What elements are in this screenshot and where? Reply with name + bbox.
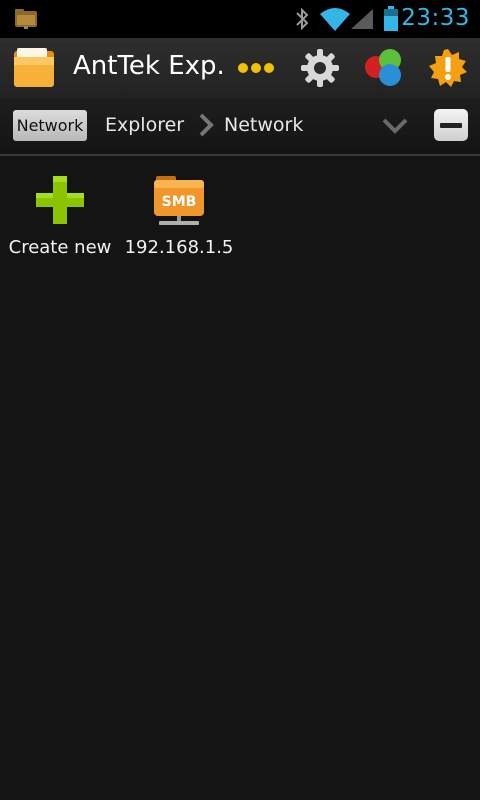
breadcrumb: Network Explorer Network bbox=[0, 98, 480, 156]
folder-notification-icon bbox=[15, 9, 37, 29]
status-time: 23:33 bbox=[401, 5, 470, 31]
battery-icon bbox=[384, 6, 398, 31]
more-button[interactable] bbox=[232, 38, 280, 98]
file-grid: Create new SMB 192.168.1.5 bbox=[0, 158, 480, 800]
smb-share-icon: SMB bbox=[154, 176, 204, 225]
grid-item-label: 192.168.1.5 bbox=[124, 237, 234, 258]
collapse-button[interactable] bbox=[434, 109, 468, 141]
alert-icon bbox=[429, 49, 467, 87]
app-title: AntTek Exp. bbox=[73, 51, 225, 81]
more-dots-icon bbox=[238, 63, 274, 73]
network-chip[interactable]: Network bbox=[13, 110, 87, 141]
minus-icon bbox=[440, 122, 462, 128]
wifi-icon bbox=[320, 8, 350, 31]
grid-item-create-new[interactable]: Create new bbox=[5, 172, 115, 260]
chevron-right-icon bbox=[199, 113, 214, 137]
colors-icon bbox=[365, 49, 401, 86]
breadcrumb-item-explorer[interactable]: Explorer bbox=[105, 114, 184, 136]
signal-icon bbox=[351, 9, 373, 29]
bluetooth-icon bbox=[296, 7, 309, 31]
app-folder-icon[interactable] bbox=[12, 47, 56, 89]
plus-icon bbox=[36, 176, 84, 224]
settings-button[interactable] bbox=[296, 38, 344, 98]
alert-button[interactable] bbox=[424, 38, 472, 98]
grid-item-label: Create new bbox=[8, 237, 112, 258]
status-bar: 23:33 bbox=[0, 0, 480, 38]
breadcrumb-item-network[interactable]: Network bbox=[224, 114, 303, 136]
action-bar: AntTek Exp. bbox=[0, 38, 480, 98]
chevron-down-icon[interactable] bbox=[381, 113, 409, 137]
colors-button[interactable] bbox=[360, 38, 408, 98]
gear-icon bbox=[301, 49, 339, 87]
grid-item-smb-share[interactable]: SMB 192.168.1.5 bbox=[124, 172, 234, 260]
svg-text:SMB: SMB bbox=[162, 194, 197, 210]
